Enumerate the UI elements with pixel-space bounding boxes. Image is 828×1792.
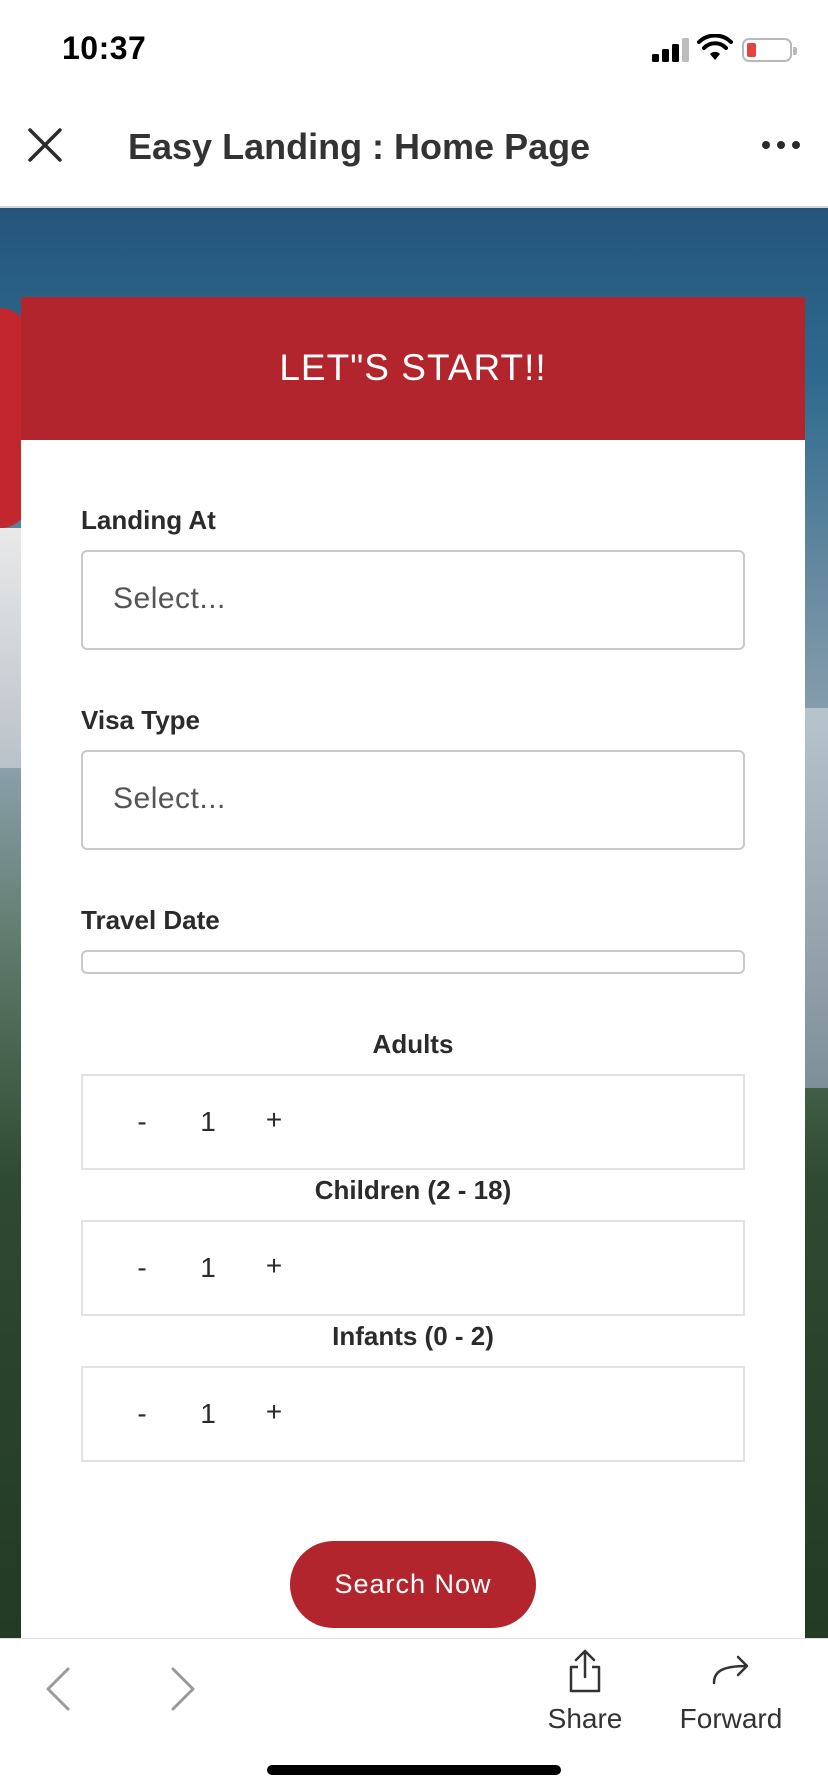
infants-decrement-button[interactable]: -: [129, 1398, 155, 1432]
search-form-card: LET"S START!! Landing At Select... Visa …: [21, 297, 805, 1638]
back-icon[interactable]: [40, 1663, 76, 1715]
visa-type-select[interactable]: Select...: [81, 750, 745, 850]
share-label: Share: [547, 1703, 623, 1734]
landing-at-label: Landing At: [81, 505, 216, 535]
children-label: Children (2 - 18): [314, 1175, 512, 1205]
nav-header: Easy Landing : Home Page: [0, 96, 828, 208]
page-title: Easy Landing : Home Page: [128, 126, 591, 167]
battery-icon: [742, 38, 797, 62]
cellular-signal-icon: [652, 38, 690, 62]
card-title: LET"S START!!: [279, 347, 547, 388]
status-bar: 10:37: [0, 0, 828, 96]
travel-date-input[interactable]: [81, 950, 745, 974]
share-button[interactable]: Share: [540, 1649, 630, 1739]
adults-value: 1: [200, 1106, 216, 1137]
landing-at-select[interactable]: Select...: [81, 550, 745, 650]
infants-value: 1: [200, 1398, 216, 1429]
adults-stepper: - 1 +: [81, 1074, 745, 1170]
forward-label: Forward: [679, 1703, 783, 1734]
infants-increment-button[interactable]: +: [261, 1396, 287, 1430]
children-value: 1: [200, 1252, 216, 1283]
adults-increment-button[interactable]: +: [261, 1104, 287, 1138]
visa-type-label: Visa Type: [81, 705, 200, 735]
more-options-icon[interactable]: [758, 134, 804, 154]
infants-label: Infants (0 - 2): [332, 1321, 494, 1351]
card-header: LET"S START!!: [21, 297, 805, 440]
infants-stepper: - 1 +: [81, 1366, 745, 1462]
adults-decrement-button[interactable]: -: [129, 1106, 155, 1140]
children-increment-button[interactable]: +: [261, 1250, 287, 1284]
children-decrement-button[interactable]: -: [129, 1252, 155, 1286]
close-icon[interactable]: [22, 122, 68, 168]
adults-label: Adults: [372, 1029, 454, 1059]
forward-arrow-icon: [712, 1655, 749, 1685]
travel-date-label: Travel Date: [81, 905, 220, 935]
share-icon: [569, 1649, 601, 1693]
home-indicator[interactable]: [267, 1765, 561, 1775]
visa-type-placeholder: Select...: [113, 782, 226, 815]
landing-at-placeholder: Select...: [113, 582, 226, 615]
search-now-button[interactable]: Search Now: [290, 1541, 536, 1628]
wifi-icon: [697, 34, 733, 60]
forward-button[interactable]: Forward: [676, 1649, 786, 1739]
forward-nav-icon[interactable]: [165, 1663, 201, 1715]
children-stepper: - 1 +: [81, 1220, 745, 1316]
status-time: 10:37: [62, 30, 147, 66]
